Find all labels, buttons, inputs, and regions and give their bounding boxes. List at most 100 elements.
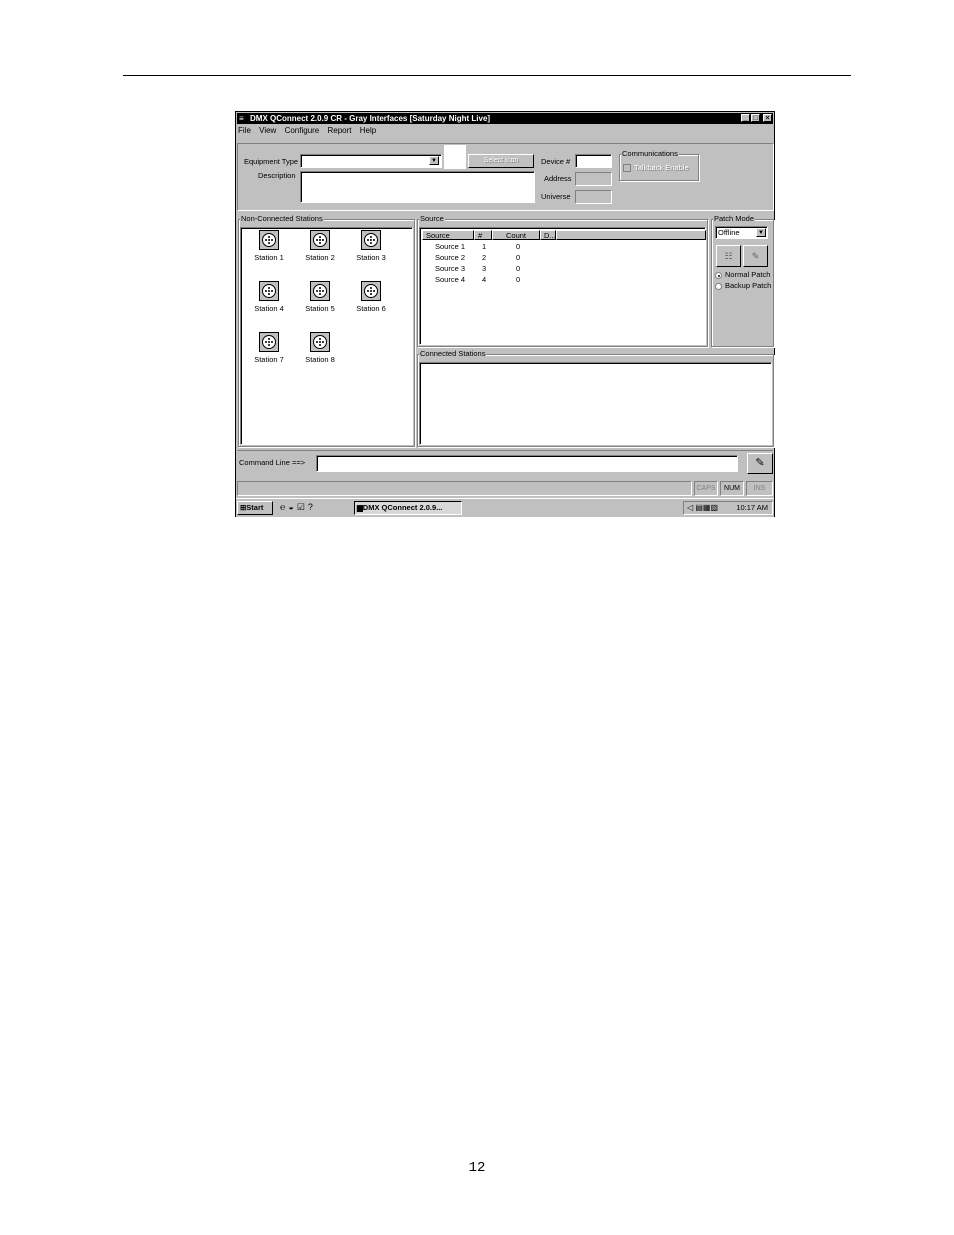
page-number: 12: [468, 1160, 486, 1176]
status-message: [237, 481, 692, 496]
talkback-label: Talkback Enable: [634, 163, 689, 172]
patch-mode-select[interactable]: Offline ▼: [715, 226, 768, 239]
patch-table-icon: ☷: [724, 251, 733, 261]
system-tray: ◁ ▤▦▧ 10:17 AM: [683, 501, 773, 515]
description-field[interactable]: [300, 171, 535, 203]
source-header: Source # Count D...: [422, 230, 706, 240]
title-bar: ≡ DMX QConnect 2.0.9 CR - Gray Interface…: [237, 113, 773, 124]
desktop-icon[interactable]: ◒: [288, 502, 296, 512]
equipment-type-label: Equipment Type: [244, 157, 299, 166]
station-name: Station 1: [254, 253, 284, 262]
station-item[interactable]: Station 5: [298, 281, 342, 313]
patch-edit-icon: ✎: [751, 251, 760, 261]
help-icon[interactable]: ?: [308, 502, 316, 512]
station-name: Station 3: [356, 253, 386, 262]
table-row[interactable]: Source 3 3 0: [422, 263, 706, 274]
dmx-connector-icon: [259, 230, 279, 250]
source-list[interactable]: Source # Count D... Source 1 1 0 Source …: [419, 227, 706, 345]
col-source[interactable]: Source: [422, 230, 474, 240]
menu-file[interactable]: File: [238, 126, 251, 135]
status-caps: CAPS: [694, 481, 718, 496]
menu-view[interactable]: View: [259, 126, 276, 135]
dmx-connector-icon: [310, 230, 330, 250]
non-connected-list[interactable]: Station 1 Station 2 Station 3 Station 4 …: [240, 227, 413, 445]
source-group-label: Source: [419, 214, 445, 224]
patch-edit-button[interactable]: ✎: [743, 245, 768, 267]
backup-patch-radio[interactable]: [715, 283, 722, 290]
header-rule: [123, 75, 851, 76]
universe-label: Universe: [541, 192, 571, 201]
station-item[interactable]: Station 1: [247, 230, 291, 262]
tray-icons[interactable]: ◁ ▤▦▧: [687, 502, 718, 514]
run-command-button[interactable]: ✎: [747, 453, 773, 474]
window-title: DMX QConnect 2.0.9 CR - Gray Interfaces …: [250, 114, 491, 123]
universe-field: [575, 190, 612, 204]
dmx-connector-icon: [259, 332, 279, 352]
address-label: Address: [544, 174, 572, 183]
menu-bar: File View Configure Report Help: [238, 125, 382, 137]
quick-launch: ℮◒☑?: [280, 502, 316, 513]
col-count[interactable]: Count: [492, 230, 540, 240]
icon-preview: [444, 145, 466, 169]
dmx-connector-icon: [259, 281, 279, 301]
dmx-connector-icon: [310, 332, 330, 352]
app-menu-icon[interactable]: ≡: [239, 114, 247, 123]
col-filler: [556, 230, 706, 240]
table-row[interactable]: Source 2 2 0: [422, 252, 706, 263]
dmx-connector-icon: [361, 281, 381, 301]
clock: 10:17 AM: [736, 503, 768, 512]
station-item[interactable]: Station 8: [298, 332, 342, 364]
station-item[interactable]: Station 2: [298, 230, 342, 262]
station-item[interactable]: Station 6: [349, 281, 393, 313]
backup-patch-label: Backup Patch: [725, 281, 772, 290]
maximize-button[interactable]: □: [751, 114, 760, 122]
address-field: [575, 172, 612, 186]
menu-help[interactable]: Help: [360, 126, 376, 135]
dmx-connector-icon: [361, 230, 381, 250]
status-ins: INS: [746, 481, 773, 496]
task-dmx-qconnect[interactable]: ▆DMX QConnect 2.0.9...: [354, 501, 462, 515]
table-row[interactable]: Source 4 4 0: [422, 274, 706, 285]
close-button[interactable]: ×: [763, 114, 772, 122]
communications-label: Communications: [621, 149, 679, 159]
chevron-down-icon[interactable]: ▼: [756, 228, 766, 237]
menu-report[interactable]: Report: [327, 126, 351, 135]
station-name: Station 6: [356, 304, 386, 313]
app-window: ≡ DMX QConnect 2.0.9 CR - Gray Interface…: [235, 111, 775, 517]
station-name: Station 7: [254, 355, 284, 364]
connected-label: Connected Stations: [419, 349, 487, 359]
device-number-input[interactable]: [575, 154, 612, 168]
col-d[interactable]: D...: [540, 230, 556, 240]
chevron-down-icon[interactable]: ▼: [429, 156, 439, 165]
connected-list[interactable]: [419, 362, 772, 445]
patch-table-button[interactable]: ☷: [716, 245, 741, 267]
taskbar: ⊞Start ℮◒☑? ▆DMX QConnect 2.0.9... ◁ ▤▦▧…: [236, 498, 774, 517]
station-name: Station 4: [254, 304, 284, 313]
station-item[interactable]: Station 3: [349, 230, 393, 262]
station-name: Station 2: [305, 253, 335, 262]
menu-configure[interactable]: Configure: [285, 126, 320, 135]
status-num: NUM: [720, 481, 744, 496]
patch-mode-label: Patch Mode: [713, 214, 756, 224]
command-line-label: Command Line ==>: [239, 458, 306, 467]
dmx-connector-icon: [310, 281, 330, 301]
select-icon-button[interactable]: Select Icon: [468, 154, 534, 168]
station-item[interactable]: Station 4: [247, 281, 291, 313]
command-line-input[interactable]: [316, 455, 738, 472]
normal-patch-label: Normal Patch: [725, 270, 771, 279]
channels-icon[interactable]: ☑: [297, 502, 308, 512]
table-row[interactable]: Source 1 1 0: [422, 241, 706, 252]
station-item[interactable]: Station 7: [247, 332, 291, 364]
device-label: Device #: [541, 157, 571, 166]
normal-patch-radio[interactable]: [715, 272, 722, 279]
divider: [237, 450, 773, 451]
non-connected-label: Non-Connected Stations: [240, 214, 324, 224]
col-number[interactable]: #: [474, 230, 492, 240]
talkback-checkbox[interactable]: [623, 164, 631, 172]
minimize-button[interactable]: _: [741, 114, 750, 122]
keypad-icon: ✎: [755, 457, 765, 469]
start-button[interactable]: ⊞Start: [237, 501, 273, 515]
station-name: Station 8: [305, 355, 335, 364]
equipment-type-select[interactable]: ▼: [300, 154, 442, 168]
description-label: Description: [258, 171, 296, 180]
